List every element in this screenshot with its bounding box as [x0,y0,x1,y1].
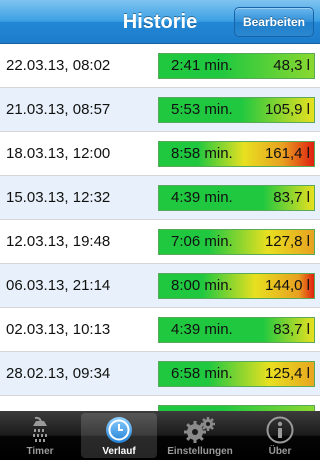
gears-icon [162,415,238,445]
usage-bar: 2:41 min. 48,3 l [158,53,315,79]
tab-ueber[interactable]: Über [242,413,318,458]
row-date: 12.03.13, 19:48 [6,233,111,250]
tab-verlauf[interactable]: Verlauf [81,413,157,458]
usage-bar: 8:58 min. 161,4 l [158,141,315,167]
tab-label-ueber: Über [268,446,292,457]
row-duration: 8:58 min. [171,145,233,162]
row-volume: 83,7 l [273,321,310,338]
usage-bar: 4:39 min. 83,7 l [158,185,315,211]
row-date: 06.03.13, 21:14 [6,277,111,294]
history-row[interactable]: 06.03.13, 21:14 8:00 min. 144,0 l [0,264,320,308]
row-volume: 83,7 l [273,189,310,206]
tab-label-timer: Timer [26,446,54,457]
row-duration: 8:00 min. [171,277,233,294]
row-duration: 6:58 min. [171,365,233,382]
bar-edge [159,274,167,298]
row-duration: 4:39 min. [171,321,233,338]
bar-edge [159,362,167,386]
row-duration: 7:06 min. [171,233,233,250]
row-volume: 161,4 l [264,145,310,162]
history-row[interactable]: 22.03.13, 08:02 2:41 min. 48,3 l [0,44,320,88]
row-date: 21.03.13, 08:57 [6,101,111,118]
usage-bar: 4:39 min. 83,7 l [158,317,315,343]
row-duration: 2:41 min. [171,57,233,74]
usage-bar: 6:58 min. 125,4 l [158,361,315,387]
shower-icon [2,415,78,445]
row-volume: 127,8 l [264,233,310,250]
clock-icon [81,415,157,445]
row-duration: 5:53 min. [171,101,233,118]
history-row[interactable]: 18.03.13, 12:00 8:58 min. 161,4 l [0,132,320,176]
bar-edge [159,54,167,78]
edit-button[interactable]: Bearbeiten [233,7,314,37]
tab-einstellungen[interactable]: Einstellungen [162,413,238,458]
bar-edge [159,230,167,254]
bar-edge [159,318,167,342]
app-window: Historie Bearbeiten 22.03.13, 08:02 2:41 … [0,0,320,460]
history-row[interactable] [0,396,320,411]
history-row[interactable]: 02.03.13, 10:13 4:39 min. 83,7 l [0,308,320,352]
history-row[interactable]: 12.03.13, 19:48 7:06 min. 127,8 l [0,220,320,264]
history-row[interactable]: 15.03.13, 12:32 4:39 min. 83,7 l [0,176,320,220]
tab-bar: Timer Verlauf Einstellungen Über [0,411,320,460]
row-date: 18.03.13, 12:00 [6,145,111,162]
history-list[interactable]: 22.03.13, 08:02 2:41 min. 48,3 l 21.03.13, … [0,44,320,411]
navigation-bar: Historie Bearbeiten [0,0,320,44]
bar-edge [159,186,167,210]
row-date: 28.02.13, 09:34 [6,365,111,382]
tab-label-einstellungen: Einstellungen [167,446,233,457]
bar-edge [159,98,167,122]
usage-bar: 8:00 min. 144,0 l [158,273,315,299]
row-duration: 4:39 min. [171,189,233,206]
row-volume: 48,3 l [273,57,310,74]
history-row[interactable]: 21.03.13, 08:57 5:53 min. 105,9 l [0,88,320,132]
row-volume: 125,4 l [264,365,310,382]
bar-edge [159,142,167,166]
usage-bar: 7:06 min. 127,8 l [158,229,315,255]
row-date: 02.03.13, 10:13 [6,321,111,338]
row-date: 15.03.13, 12:32 [6,189,111,206]
usage-bar: 5:53 min. 105,9 l [158,97,315,123]
row-date: 22.03.13, 08:02 [6,57,111,74]
tab-label-verlauf: Verlauf [102,446,136,457]
row-volume: 144,0 l [264,277,310,294]
info-icon [242,415,318,445]
tab-timer[interactable]: Timer [2,413,78,458]
history-row[interactable]: 28.02.13, 09:34 6:58 min. 125,4 l [0,352,320,396]
row-volume: 105,9 l [264,101,310,118]
